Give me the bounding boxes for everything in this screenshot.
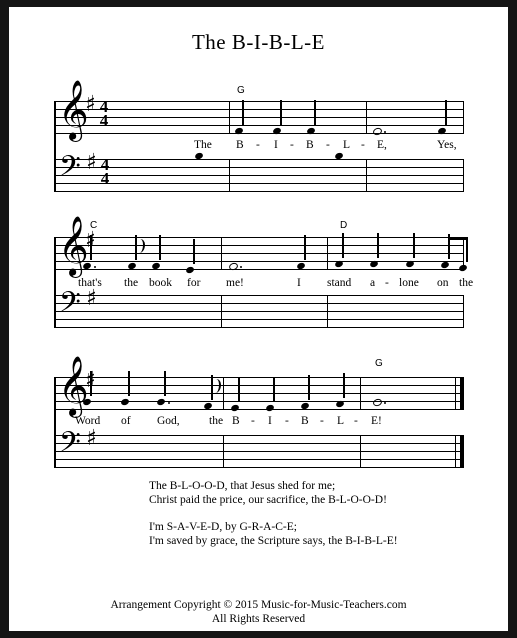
- final-barline: [460, 435, 464, 468]
- chord-symbol: D: [340, 220, 348, 231]
- verse-2: I'm S-A-V-E-D, by G-R-A-C-E; I'm saved b…: [149, 520, 469, 548]
- treble-staff: [54, 237, 464, 270]
- lyric-syllable: the: [124, 277, 139, 289]
- beam: [448, 237, 468, 240]
- verse-1: The B-L-O-O-D, that Jesus shed for me; C…: [149, 479, 469, 507]
- barline: [221, 295, 223, 328]
- barline: [360, 377, 362, 410]
- lyric-syllable: Word: [75, 415, 101, 427]
- key-signature-sharp-icon: ♯: [86, 286, 97, 311]
- lyric-syllable: E,: [377, 139, 387, 151]
- treble-staff: [54, 101, 464, 134]
- lyric-syllable: E!: [371, 415, 382, 427]
- lyric-syllable: the: [209, 415, 224, 427]
- verse-line: I'm S-A-V-E-D, by G-R-A-C-E;: [149, 521, 297, 533]
- key-signature-sharp-icon: ♯: [86, 150, 97, 175]
- barline: [463, 101, 465, 134]
- lyric-syllable: I: [274, 139, 278, 151]
- lyric-syllable: The: [194, 139, 212, 151]
- barline: [223, 377, 225, 410]
- lyric-hyphen: -: [251, 415, 255, 427]
- lyric-syllable: me!: [226, 277, 244, 289]
- lyric-syllable: L: [337, 415, 345, 427]
- copyright-line-1: Arrangement Copyright © 2015 Music-for-M…: [110, 599, 407, 611]
- music-system-2: { 𝄞 𝄢 ♯ ♯: [9, 215, 508, 330]
- lyric-hyphen: -: [285, 415, 289, 427]
- lyric-hyphen: -: [354, 415, 358, 427]
- verse-line: The B-L-O-O-D, that Jesus shed for me;: [149, 480, 336, 492]
- lyric-syllable: on: [437, 277, 449, 289]
- lyric-syllable: book: [149, 277, 172, 289]
- chord-symbol: G: [375, 358, 383, 369]
- barline: [223, 435, 225, 468]
- lyric-syllable: of: [121, 415, 131, 427]
- barline: [366, 159, 368, 192]
- music-system-1: { 𝄞 𝄢 ♯ ♯ 4 4 4 4: [9, 79, 508, 194]
- chord-symbol: C: [90, 220, 98, 231]
- lyric-syllable: that's: [78, 277, 102, 289]
- lyric-hyphen: -: [290, 139, 294, 151]
- lyric-syllable: I: [268, 415, 272, 427]
- lyric-syllable: B: [301, 415, 309, 427]
- lyric-syllable: L: [343, 139, 351, 151]
- lyric-hyphen: -: [361, 139, 365, 151]
- bass-clef-icon: 𝄢: [59, 426, 81, 466]
- bass-staff: [54, 295, 464, 328]
- verse-line: Christ paid the price, our sacrifice, th…: [149, 494, 387, 506]
- bass-staff: [54, 435, 464, 468]
- barline: [221, 237, 223, 270]
- lyric-syllable: stand: [327, 277, 352, 289]
- bass-staff: [54, 159, 464, 192]
- page-canvas: The B-I-B-L-E { 𝄞 𝄢 ♯ ♯ 4 4 4 4: [9, 7, 508, 631]
- lyric-syllable: for: [187, 277, 201, 289]
- page-title: The B-I-B-L-E: [191, 30, 326, 54]
- time-signature: 4 4: [99, 97, 109, 130]
- key-signature-sharp-icon: ♯: [86, 426, 97, 451]
- barline: [360, 435, 362, 468]
- lyric-syllable: B: [232, 415, 240, 427]
- barline: [327, 237, 329, 270]
- lyric-hyphen: -: [320, 415, 324, 427]
- final-barline: [455, 435, 457, 468]
- sheet-music-page: The B-I-B-L-E { 𝄞 𝄢 ♯ ♯ 4 4 4 4: [0, 0, 517, 638]
- lyric-syllable: I: [297, 277, 301, 289]
- chord-symbol: G: [237, 85, 245, 96]
- barline: [463, 295, 465, 328]
- lyric-syllable: God,: [157, 415, 180, 427]
- barline: [463, 159, 465, 192]
- final-barline: [455, 377, 457, 410]
- barline: [366, 101, 368, 134]
- copyright-line-2: All Rights Reserved: [211, 613, 306, 625]
- lyric-syllable: B: [306, 139, 314, 151]
- lyric-syllable: lone: [399, 277, 419, 289]
- lyric-hyphen: -: [256, 139, 260, 151]
- lyric-syllable: the: [459, 277, 474, 289]
- time-signature: 4 4: [100, 155, 110, 188]
- treble-staff: [54, 377, 464, 410]
- lyric-syllable: Yes,: [437, 139, 457, 151]
- music-system-3: { 𝄞 𝄢 ♯ ♯: [9, 355, 508, 470]
- final-barline: [460, 377, 464, 410]
- bass-clef-icon: 𝄢: [59, 286, 81, 326]
- barline: [327, 295, 329, 328]
- lyric-syllable: a: [370, 277, 376, 289]
- barline: [229, 159, 231, 192]
- lyric-syllable: B: [236, 139, 244, 151]
- lyric-hyphen: -: [385, 277, 389, 289]
- verse-line: I'm saved by grace, the Scripture says, …: [149, 535, 398, 547]
- copyright-footer: Arrangement Copyright © 2015 Music-for-M…: [9, 598, 508, 626]
- verse-block: The B-L-O-O-D, that Jesus shed for me; C…: [149, 479, 469, 561]
- bass-clef-icon: 𝄢: [59, 150, 81, 190]
- lyric-hyphen: -: [326, 139, 330, 151]
- barline: [229, 101, 231, 134]
- key-signature-sharp-icon: ♯: [85, 92, 96, 117]
